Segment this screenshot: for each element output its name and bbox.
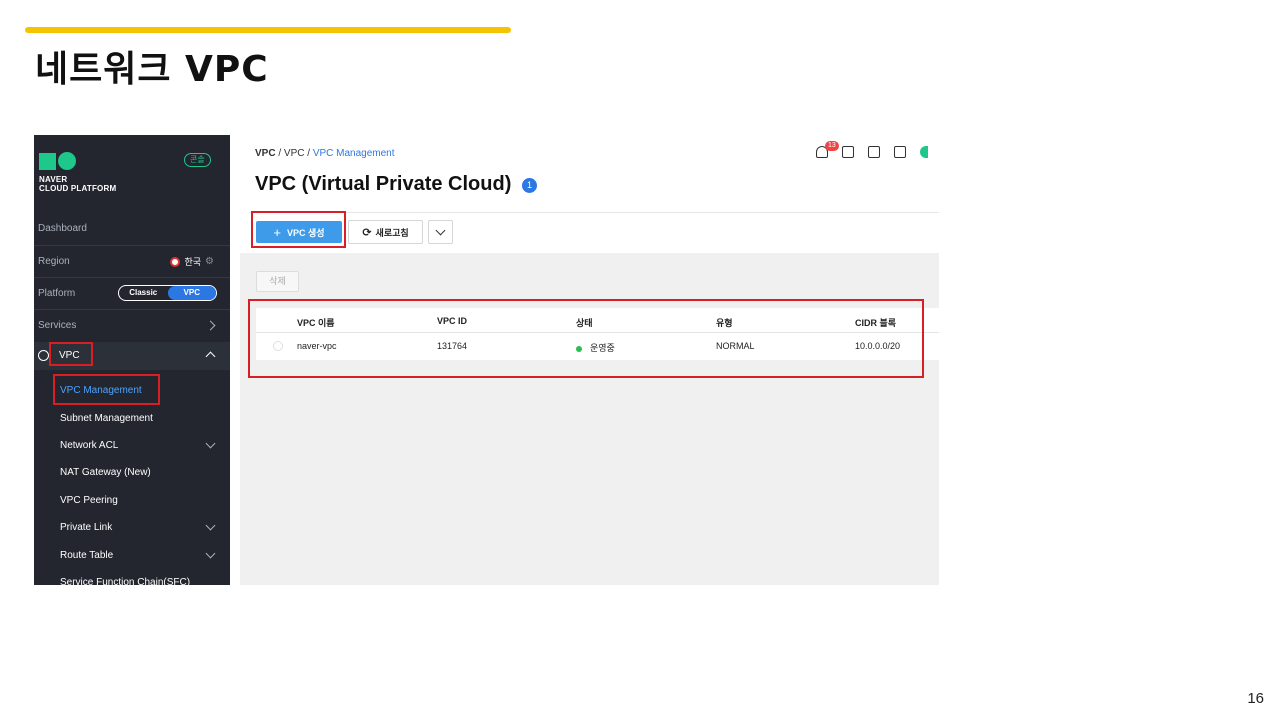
delete-button[interactable]: 삭제 [256,271,299,292]
breadcrumb-current[interactable]: VPC Management [313,148,395,159]
highlight-vpc-management-box [53,374,160,405]
accent-bar [25,27,511,33]
logo-text: NAVER CLOUD PLATFORM [39,175,116,193]
platform-label: Platform [38,288,76,299]
highlight-vpc-box [49,342,93,366]
status-indicator-icon[interactable] [920,146,928,158]
breadcrumb: VPC / VPC / VPC Management [255,148,395,159]
vpc-icon [38,350,49,361]
platform-toggle[interactable]: Classic VPC [118,285,217,301]
highlight-create-button-box [251,211,346,248]
platform-option-vpc[interactable]: VPC [167,286,216,300]
info-badge[interactable]: 1 [522,178,537,193]
console-badge[interactable]: 콘솔 [184,153,211,167]
book-icon[interactable] [894,146,906,158]
edit-note-icon[interactable] [868,146,880,158]
slide-title: 네트워크 VPC [35,49,269,90]
divider [34,277,230,278]
bell-icon[interactable]: 13 [816,141,839,158]
region-label: Region [38,256,70,267]
divider [34,245,230,246]
sidebar-item-nat-gateway[interactable]: NAT Gateway (New) [60,467,151,478]
ncp-logo[interactable] [39,152,76,170]
sidebar-item-private-link[interactable]: Private Link [60,522,112,533]
korea-flag-icon [170,256,181,267]
logo-square-icon [39,152,56,170]
sidebar-item-route-table[interactable]: Route Table [60,550,113,561]
chevron-down-icon [435,225,446,236]
sidebar-item-dashboard[interactable]: Dashboard [34,223,230,234]
gear-icon[interactable]: ⚙ [205,256,214,267]
breadcrumb-root[interactable]: VPC [255,148,276,159]
page-title: VPC (Virtual Private Cloud) [255,173,512,195]
more-actions-dropdown[interactable] [428,220,453,244]
sidebar-item-subnet-management[interactable]: Subnet Management [60,413,153,424]
chevron-down-icon[interactable] [205,438,216,449]
sidebar-item-sfc[interactable]: Service Function Chain(SFC) [60,577,190,585]
refresh-icon: ⟳ [362,226,372,239]
notification-badge: 13 [825,141,839,151]
slide: 네트워크 VPC NAVER CLOUD PLATFORM 콘솔 Dashboa… [0,0,1280,720]
highlight-table-box [248,299,924,378]
chevron-up-icon[interactable] [205,351,216,362]
sidebar-item-network-acl[interactable]: Network ACL [60,440,118,451]
divider [249,212,939,213]
refresh-button[interactable]: ⟳ 새로고침 [348,220,423,244]
dashboard-label: Dashboard [38,223,87,234]
sidebar-item-vpc-peering[interactable]: VPC Peering [60,495,118,506]
logo-line-1: NAVER [39,175,68,184]
region-selector[interactable]: 한국 ⚙ [170,255,214,268]
divider [34,309,230,310]
page-number: 16 [1247,690,1264,707]
sidebar-item-services[interactable]: Services [34,320,230,331]
refresh-label: 새로고침 [375,227,409,238]
chevron-down-icon[interactable] [205,548,216,559]
header-toolbar: 13 [816,141,928,158]
services-label: Services [38,320,77,331]
platform-option-classic[interactable]: Classic [119,286,168,300]
region-value: 한국 [184,257,202,267]
breadcrumb-vpc[interactable]: VPC [284,148,305,159]
logo-circle-icon [58,152,76,170]
chat-icon[interactable] [842,146,854,158]
console-screenshot: NAVER CLOUD PLATFORM 콘솔 Dashboard Region… [34,135,939,585]
sidebar: NAVER CLOUD PLATFORM 콘솔 Dashboard Region… [34,135,230,585]
logo-line-2: CLOUD PLATFORM [39,184,117,193]
chevron-down-icon[interactable] [205,520,216,531]
